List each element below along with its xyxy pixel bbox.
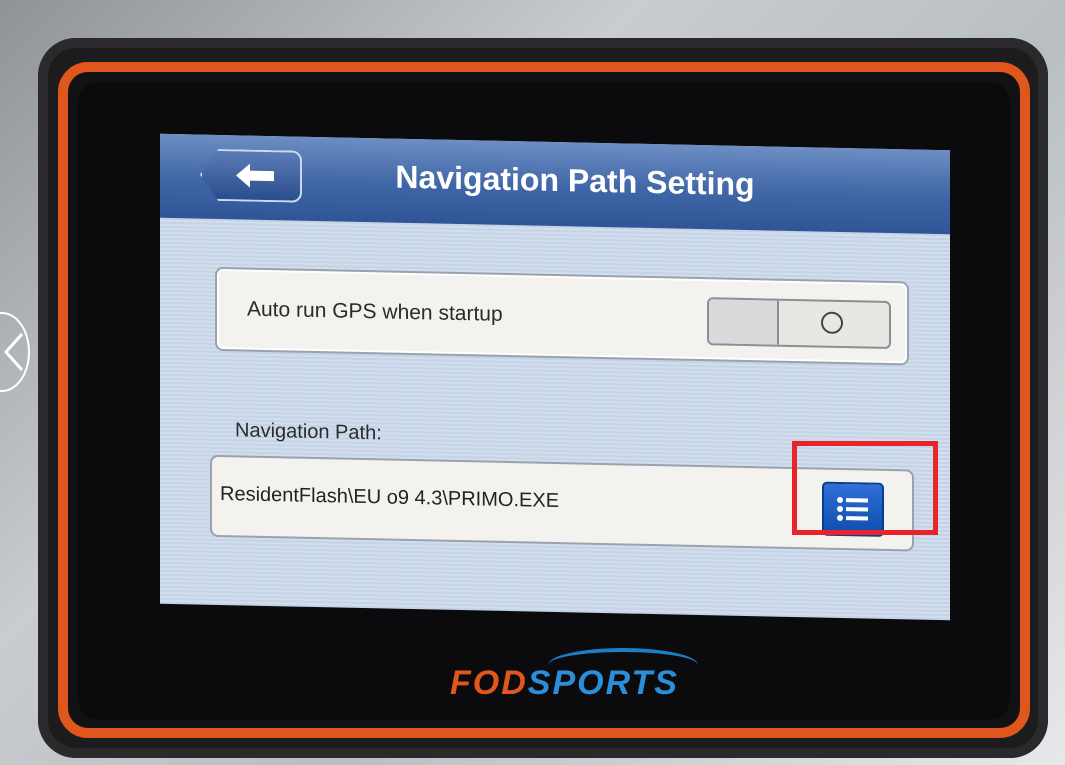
- navigation-path-label: Navigation Path:: [235, 419, 382, 445]
- brand-logo-part2: SPORTS: [527, 664, 679, 702]
- toggle-track-left: [709, 299, 779, 345]
- highlight-box: [792, 441, 938, 535]
- brand-logo-part1: FOD: [450, 664, 528, 702]
- chevron-left-icon: [3, 333, 24, 371]
- title-bar: Navigation Path Setting: [160, 133, 950, 235]
- brand-logo: FODSPORTS: [450, 664, 679, 703]
- auto-run-label: Auto run GPS when startup: [247, 297, 503, 326]
- auto-run-toggle[interactable]: [707, 297, 891, 350]
- auto-run-setting-row: Auto run GPS when startup: [215, 266, 909, 366]
- toggle-off-indicator: [821, 311, 843, 335]
- navigation-path-value: ResidentFlash\EU o9 4.3\PRIMO.EXE: [220, 482, 560, 513]
- device-screen: Navigation Path Setting Auto run GPS whe…: [160, 133, 950, 621]
